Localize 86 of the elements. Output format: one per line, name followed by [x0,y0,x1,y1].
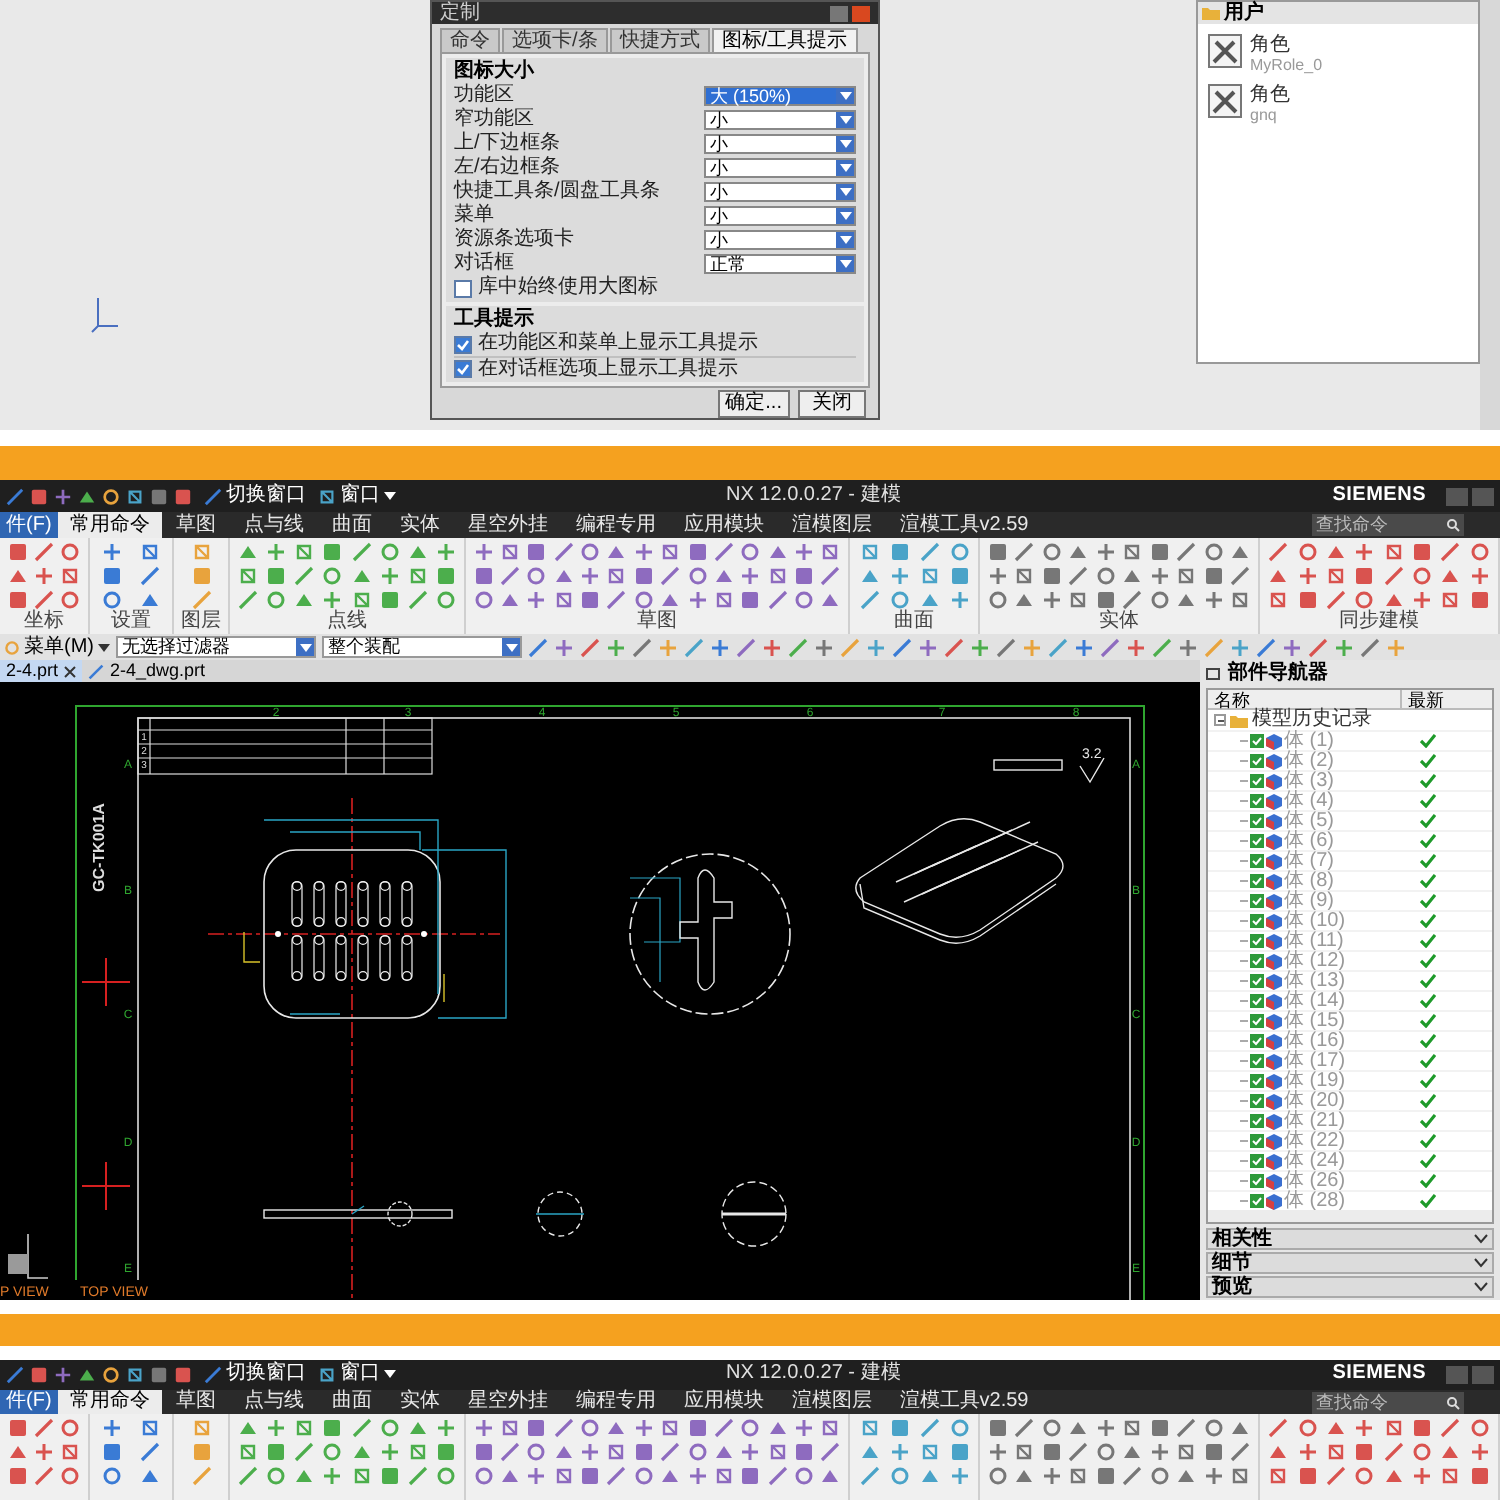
collapsed-section[interactable]: 预览 [1206,1276,1494,1298]
document-tab[interactable]: 2-4.prt [0,660,83,682]
panel-title: 用户 [1224,3,1264,23]
ribbon-tab[interactable]: 星空外挂 [453,512,562,538]
option-label: 上/下边框条 [454,134,560,154]
ribbon-group-label: 曲面 [894,612,934,632]
dialog-tab[interactable]: 图标/工具提示 [711,28,858,52]
window-title: NX 12.0.0.27 - 建模 [726,486,901,506]
group-title: 工具提示 [454,308,536,331]
ribbon-tab[interactable]: 点与线 [229,512,318,538]
size-dropdown[interactable]: 正常 [704,254,856,274]
ribbon-tab[interactable]: 件(F) [0,512,58,538]
dialog-title: 定制 [440,3,480,23]
window-menu-button[interactable]: 窗口 [318,486,396,506]
scope-dropdown[interactable]: 整个装配 [322,636,522,658]
ribbon-tab[interactable]: 实体 [385,1389,454,1413]
size-dropdown[interactable]: 小 [704,182,856,202]
ribbon-tab[interactable]: 常用命令 [57,1389,162,1413]
option-label: 资源条选项卡 [454,230,574,250]
collapsed-section[interactable]: 细节 [1206,1252,1494,1274]
ribbon-tab[interactable]: 点与线 [229,1389,318,1413]
ribbon-group-label: 坐标 [24,612,64,632]
ribbon-tab[interactable]: 常用命令 [57,512,162,538]
role-title: 角色 [1250,34,1292,56]
ribbon-tab[interactable]: 渲模图层 [777,512,886,538]
option-label: 库中始终使用大图标 [478,278,658,298]
brand-logo: SIEMENS [1332,1364,1426,1385]
dialog-button[interactable]: 确定... [717,389,790,417]
search-field[interactable]: 查找命令 [1312,514,1464,536]
window-menu-button[interactable]: 窗口 [318,1364,396,1385]
option-label: 快捷工具条/圆盘工具条 [454,182,660,202]
ribbon-group-label: 图层 [181,612,221,632]
option-label: 菜单 [454,206,494,226]
column-header[interactable]: 名称 [1208,690,1402,708]
ribbon-group-label: 实体 [1099,612,1139,632]
role-name: gnq [1250,106,1279,124]
brand-logo: SIEMENS [1332,486,1426,506]
menu-button[interactable]: 菜单(M) [4,637,110,657]
ribbon-tab[interactable]: 应用模块 [669,512,778,538]
option-label: 在功能区和菜单上显示工具提示 [478,334,758,354]
ribbon-tab[interactable]: 编程专用 [561,1389,670,1413]
ribbon-tab[interactable]: 星空外挂 [453,1389,562,1413]
size-dropdown[interactable]: 小 [704,206,856,226]
size-dropdown[interactable]: 大 (150%) [704,86,856,106]
dialog-tab[interactable]: 命令 [440,28,500,52]
option-label: 窄功能区 [454,110,534,130]
ribbon-group-label: 同步建模 [1339,612,1419,632]
option-label: 对话框 [454,254,514,274]
size-dropdown[interactable]: 小 [704,158,856,178]
ribbon-group-label: 点线 [327,612,367,632]
ribbon-group-label: 草图 [637,612,677,632]
selection-filter-dropdown[interactable]: 无选择过滤器 [116,636,316,658]
dialog-tab[interactable]: 选项卡/条 [502,28,608,52]
ribbon-tab[interactable]: 渲模工具v2.59 [885,512,1043,538]
role-name: MyRole_0 [1250,56,1323,74]
column-header[interactable]: 最新 [1402,690,1444,708]
ribbon-tab[interactable]: 渲模工具v2.59 [885,1389,1043,1413]
switch-window-button[interactable]: 切换窗口 [204,1364,306,1385]
ribbon-tab[interactable]: 实体 [385,512,454,538]
window-title: NX 12.0.0.27 - 建模 [726,1364,901,1385]
document-tab[interactable]: 2-4_dwg.prt [82,660,212,682]
option-label: 左/右边框条 [454,158,560,178]
ribbon-tab[interactable]: 曲面 [317,1389,386,1413]
size-dropdown[interactable]: 小 [704,110,856,130]
option-label: 功能区 [454,86,514,106]
dialog-button[interactable]: 关闭 [798,389,866,417]
switch-window-button[interactable]: 切换窗口 [204,486,306,506]
ribbon-tab[interactable]: 草图 [161,1389,230,1413]
ribbon-tab[interactable]: 编程专用 [561,512,670,538]
option-label: 在对话框选项上显示工具提示 [478,359,738,379]
ribbon-tab[interactable]: 曲面 [317,512,386,538]
ribbon-tab[interactable]: 渲模图层 [777,1389,886,1413]
group-title: 图标大小 [454,60,536,83]
dialog-tab[interactable]: 快捷方式 [609,28,710,52]
ribbon-tab[interactable]: 件(F) [0,1389,58,1413]
size-dropdown[interactable]: 小 [704,134,856,154]
collapsed-section[interactable]: 相关性 [1206,1228,1494,1250]
ribbon-tab[interactable]: 草图 [161,512,230,538]
ribbon-group-label: 设置 [111,612,151,632]
size-dropdown[interactable]: 小 [704,230,856,250]
role-title: 角色 [1250,84,1290,106]
sheet-code: GC-TK001A [90,803,108,892]
ribbon-tab[interactable]: 应用模块 [669,1389,778,1413]
tree-item[interactable]: 模型历史记录 [1252,710,1372,730]
panel-title: 部件导航器 [1228,664,1328,684]
search-field[interactable]: 查找命令 [1312,1391,1464,1413]
